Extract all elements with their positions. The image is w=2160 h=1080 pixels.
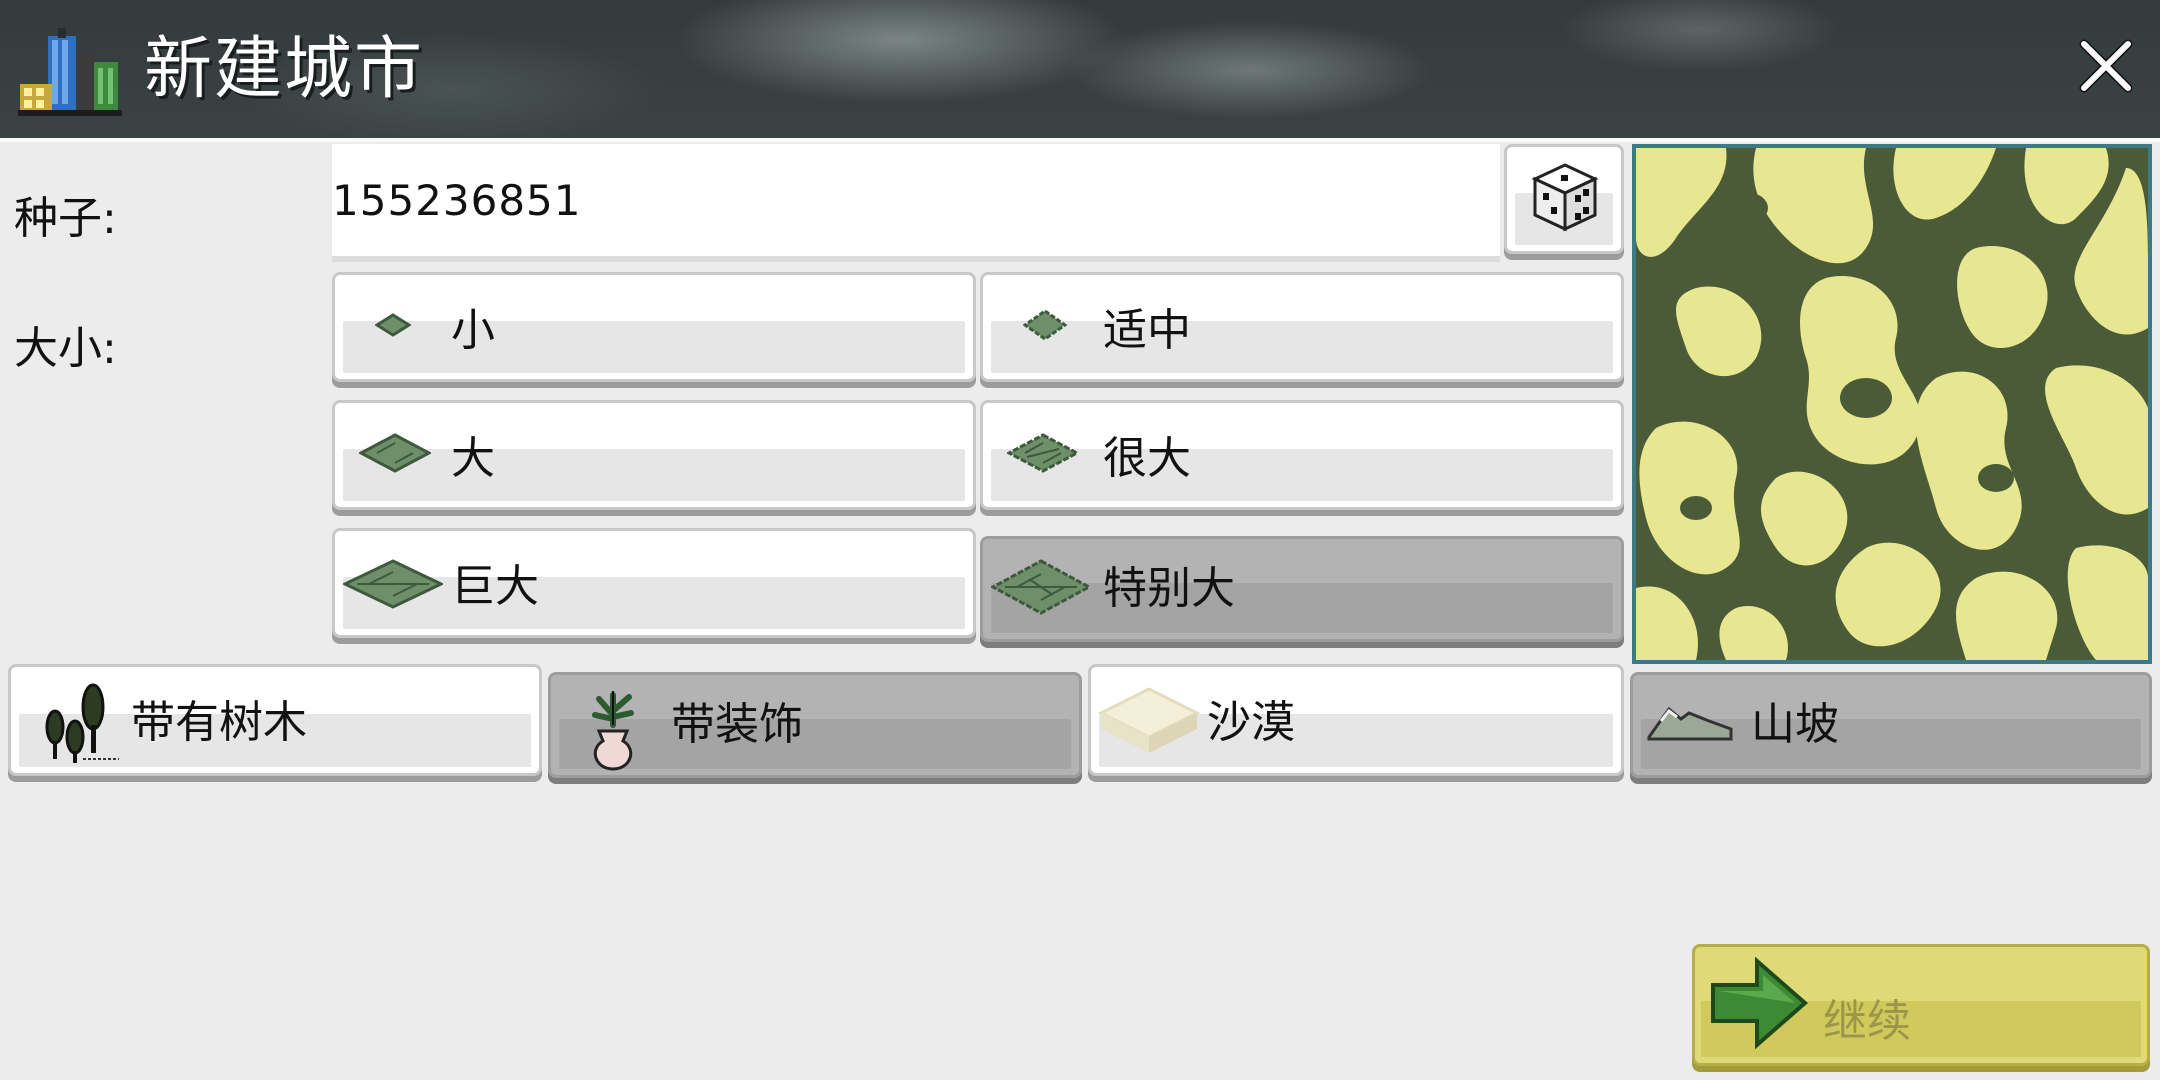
toggle-label: 沙漠: [1207, 697, 1295, 748]
toggle-label: 山坡: [1751, 699, 1839, 750]
seed-value: 155236851: [332, 176, 582, 225]
size-label: 大小:: [14, 323, 117, 374]
small-map-icon: [374, 313, 412, 341]
size-option-label: 适中: [1103, 305, 1191, 356]
size-option-medium[interactable]: 适中: [980, 272, 1624, 382]
size-option-small[interactable]: 小: [332, 272, 976, 382]
plant-pot-icon: [583, 685, 643, 775]
dice-icon: [1531, 161, 1599, 237]
seed-label: 种子:: [14, 193, 117, 244]
size-option-label: 大: [451, 433, 495, 484]
very-large-map-icon: [1005, 433, 1081, 477]
map-preview: [1632, 144, 2152, 664]
close-icon: [2079, 39, 2133, 93]
randomize-seed-button[interactable]: [1504, 144, 1624, 254]
size-option-large[interactable]: 大: [332, 400, 976, 510]
seed-input[interactable]: 155236851: [332, 144, 1500, 262]
title-bar: 新建城市: [0, 0, 2160, 138]
toggle-label: 带有树木: [131, 697, 307, 748]
sand-icon: [1097, 685, 1201, 761]
arrow-right-icon: [1709, 956, 1809, 1053]
size-option-label: 小: [451, 305, 495, 356]
terrain-preview-image: [1636, 148, 2148, 660]
large-map-icon: [357, 433, 433, 477]
size-option-label: 很大: [1103, 433, 1191, 484]
toggle-decorations-button[interactable]: 带装饰: [548, 672, 1082, 778]
toggle-trees-button[interactable]: 带有树木: [8, 664, 542, 776]
close-button[interactable]: [2076, 36, 2136, 96]
size-option-label: 巨大: [451, 561, 539, 612]
size-option-label: 特别大: [1103, 563, 1235, 614]
extra-large-map-icon: [989, 559, 1093, 619]
toggle-label: 带装饰: [671, 699, 803, 750]
trees-icon: [31, 681, 121, 769]
continue-button[interactable]: 继续: [1692, 944, 2150, 1066]
toggle-desert-button[interactable]: 沙漠: [1088, 664, 1624, 776]
size-option-huge[interactable]: 巨大: [332, 528, 976, 638]
size-option-very-large[interactable]: 很大: [980, 400, 1624, 510]
toggle-slopes-button[interactable]: 山坡: [1630, 672, 2152, 778]
dialog-title: 新建城市: [144, 30, 425, 109]
city-buildings-icon: [18, 22, 122, 118]
huge-map-icon: [341, 559, 445, 613]
medium-map-icon: [1022, 309, 1068, 345]
size-option-extra-large[interactable]: 特别大: [980, 536, 1624, 642]
hill-icon: [1647, 699, 1733, 747]
continue-label: 继续: [1823, 996, 1911, 1047]
